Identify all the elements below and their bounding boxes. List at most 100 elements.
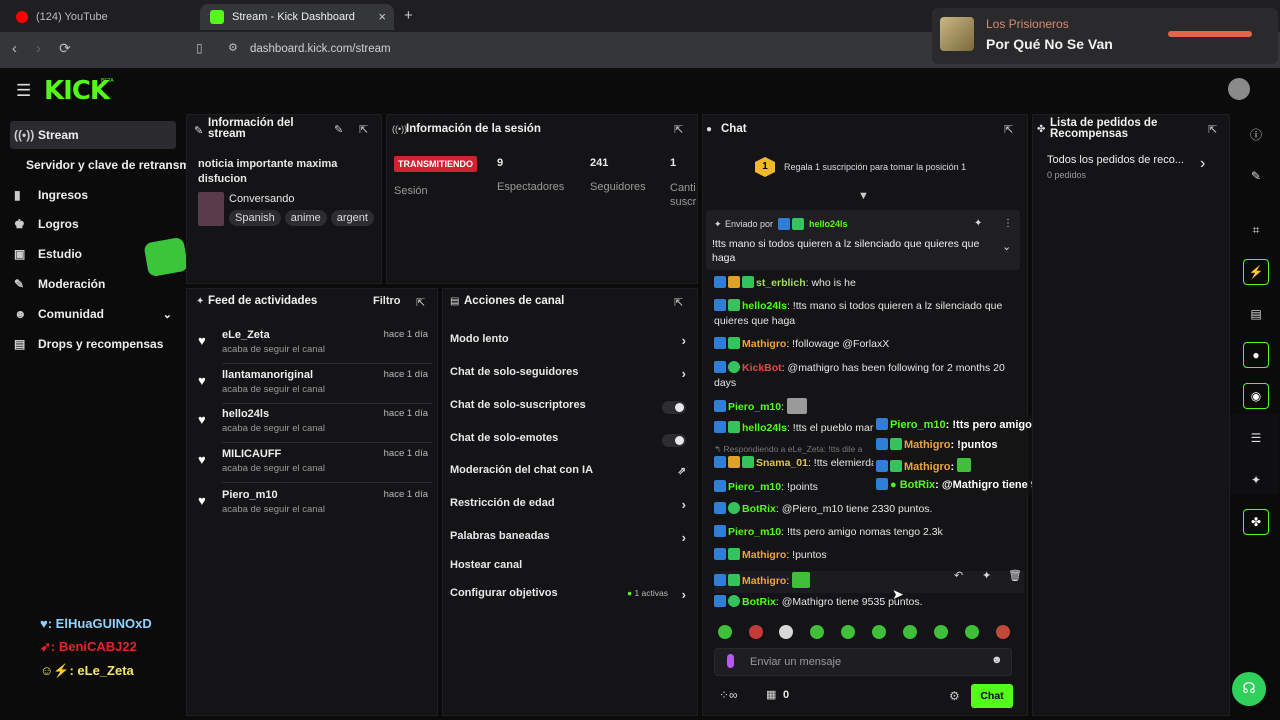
crop-icon[interactable]: ⌗ bbox=[1243, 217, 1269, 243]
expand-icon[interactable]: ⇱ bbox=[359, 123, 368, 136]
feed-user[interactable]: llantamanoriginal bbox=[222, 369, 313, 381]
feed-filter-button[interactable]: Filtro bbox=[373, 295, 401, 307]
sidebar-item-stream[interactable]: ((•)) Stream bbox=[10, 121, 176, 149]
feed-user[interactable]: eLe_Zeta bbox=[222, 329, 270, 341]
sidebar-item-drops[interactable]: ▤ Drops y recompensas bbox=[10, 330, 190, 358]
chat-user[interactable]: BotRix bbox=[742, 503, 776, 515]
list-icon[interactable]: ☰ bbox=[1243, 425, 1269, 451]
emote[interactable] bbox=[841, 625, 855, 639]
chat-user[interactable]: Piero_m10 bbox=[728, 481, 781, 493]
feed-user[interactable]: hello24ls bbox=[222, 408, 269, 420]
menu-icon[interactable]: ☰ bbox=[16, 81, 31, 101]
expand-icon[interactable]: ⇱ bbox=[674, 123, 683, 136]
expand-icon[interactable]: ⇱ bbox=[1208, 123, 1217, 136]
bookmark-icon[interactable]: ▯ bbox=[196, 41, 203, 55]
chat-bubble-icon[interactable]: ● bbox=[1243, 342, 1269, 368]
emote[interactable] bbox=[749, 625, 763, 639]
session-info-panel bbox=[386, 114, 698, 284]
feed-user[interactable]: MILICAUFF bbox=[222, 448, 281, 460]
store-icon[interactable]: ▦ bbox=[766, 688, 776, 701]
more-icon[interactable]: ⋮ bbox=[1003, 218, 1013, 229]
subs-only-toggle[interactable] bbox=[662, 401, 686, 414]
sidebar-item-comunidad[interactable]: ☻ Comunidad ⌄ bbox=[10, 300, 176, 328]
feed-desc: acaba de seguir el canal bbox=[222, 384, 325, 395]
emote[interactable] bbox=[996, 625, 1010, 639]
chat-user[interactable]: Snama_01 bbox=[756, 457, 808, 469]
tab-kick-dashboard[interactable]: Stream - Kick Dashboard × bbox=[200, 4, 394, 30]
media-notification[interactable]: Los Prisioneros Por Qué No Se Van bbox=[932, 8, 1278, 64]
send-chat-button[interactable]: Chat bbox=[971, 684, 1013, 708]
chevron-down-icon[interactable]: ⌄ bbox=[163, 308, 172, 321]
expand-icon[interactable]: ⇱ bbox=[416, 296, 425, 309]
pin-icon[interactable]: ✦ bbox=[974, 218, 982, 229]
chevron-down-icon[interactable]: ⌄ bbox=[1002, 240, 1011, 253]
session-info-title: Información de la sesión bbox=[406, 123, 541, 135]
emote[interactable] bbox=[934, 625, 948, 639]
broadcast-icon[interactable]: ◉ bbox=[1243, 383, 1269, 409]
chat-user[interactable]: Mathigro bbox=[742, 338, 786, 350]
chat-user[interactable]: Piero_m10 bbox=[728, 401, 781, 413]
expand-icon[interactable]: ⇱ bbox=[674, 296, 683, 309]
chat-user[interactable]: hello24ls bbox=[742, 422, 787, 434]
kick-favicon-icon bbox=[210, 10, 224, 24]
rewards-icon[interactable]: ✤ bbox=[1243, 509, 1269, 535]
badge-icon bbox=[728, 595, 740, 607]
new-tab-button[interactable]: + bbox=[404, 7, 413, 24]
forward-icon[interactable]: › bbox=[36, 40, 41, 57]
emote[interactable] bbox=[903, 625, 917, 639]
edit-icon[interactable]: ✎ bbox=[334, 123, 343, 136]
pinned-user[interactable]: hello24ls bbox=[809, 219, 848, 229]
reply-icon[interactable]: ↶ bbox=[954, 569, 963, 584]
sidebar-item-ingresos[interactable]: ▮ Ingresos bbox=[10, 181, 176, 209]
chat-user[interactable]: Mathigro bbox=[742, 549, 786, 561]
action-ai-moderation[interactable]: Moderación del chat con IA ⇗ bbox=[450, 464, 690, 486]
chat-user[interactable]: hello24ls bbox=[742, 300, 787, 312]
info-icon[interactable]: ⓘ bbox=[1243, 121, 1269, 147]
feed-user[interactable]: Piero_m10 bbox=[222, 489, 278, 501]
gift-leaderboard-text[interactable]: Regala 1 suscripción para tomar la posic… bbox=[784, 162, 966, 172]
user-avatar[interactable] bbox=[1228, 78, 1250, 100]
trash-icon[interactable]: 🗑 bbox=[1008, 569, 1022, 584]
emoji-icon[interactable]: ☻ bbox=[991, 654, 1003, 666]
reload-icon[interactable]: ⟳ bbox=[59, 40, 71, 57]
action-slow-mode[interactable]: Modo lento › bbox=[450, 333, 690, 355]
site-info-icon[interactable]: ⚙ bbox=[228, 41, 238, 54]
close-tab-icon[interactable]: × bbox=[378, 9, 386, 24]
action-followers-only[interactable]: Chat de solo-seguidores › bbox=[450, 366, 690, 388]
kick-logo[interactable]: KICK bbox=[44, 76, 110, 106]
settings-gear-icon[interactable]: ⚙ bbox=[949, 689, 960, 703]
emote[interactable] bbox=[965, 625, 979, 639]
emote[interactable] bbox=[779, 625, 793, 639]
bolt-icon[interactable]: ⚡ bbox=[1243, 259, 1269, 285]
action-goals[interactable]: Configurar objetivos ● 1 activas › bbox=[450, 587, 690, 609]
chat-user[interactable]: Mathigro bbox=[742, 575, 786, 587]
overlay-message: Mathigro: !puntos bbox=[876, 438, 998, 451]
sidebar-item-stream-key[interactable]: Servidor y clave de retransm bbox=[22, 151, 186, 179]
url-field[interactable]: dashboard.kick.com/stream bbox=[250, 43, 391, 55]
chat-input-field[interactable]: Enviar un mensaje ☻ bbox=[714, 648, 1012, 676]
filter-icon[interactable]: ▼ bbox=[858, 190, 869, 202]
action-banned-words[interactable]: Palabras baneadas › bbox=[450, 530, 690, 552]
emote[interactable] bbox=[718, 625, 732, 639]
pin-icon[interactable]: ✦ bbox=[982, 569, 991, 584]
chat-user[interactable]: KickBot bbox=[742, 362, 782, 374]
all-rewards-row[interactable]: Todos los pedidos de reco... 0 pedidos › bbox=[1040, 150, 1218, 186]
action-age-restriction[interactable]: Restricción de edad › bbox=[450, 497, 690, 519]
support-headset-icon[interactable]: ☊ bbox=[1232, 672, 1266, 706]
emote[interactable] bbox=[872, 625, 886, 639]
back-icon[interactable]: ‹ bbox=[12, 40, 17, 57]
chat-user[interactable]: BotRix bbox=[742, 596, 776, 608]
chat-user[interactable]: st_erblich bbox=[756, 277, 806, 289]
edit-icon[interactable]: ✎ bbox=[1243, 163, 1269, 189]
channel-points-icon[interactable]: ⁘∞ bbox=[719, 688, 738, 702]
tab-youtube[interactable]: (124) YouTube bbox=[6, 4, 196, 30]
expand-icon[interactable]: ⇱ bbox=[1004, 123, 1013, 136]
action-host-channel[interactable]: Hostear canal bbox=[450, 559, 690, 581]
mic-icon[interactable] bbox=[727, 654, 734, 668]
document-icon[interactable]: ▤ bbox=[1243, 301, 1269, 327]
emote[interactable] bbox=[810, 625, 824, 639]
sidebar-item-logros[interactable]: ♚ Logros bbox=[10, 210, 176, 238]
emotes-only-toggle[interactable] bbox=[662, 434, 686, 447]
wrench-icon[interactable]: ✦ bbox=[1243, 467, 1269, 493]
chat-user[interactable]: Piero_m10 bbox=[728, 526, 781, 538]
